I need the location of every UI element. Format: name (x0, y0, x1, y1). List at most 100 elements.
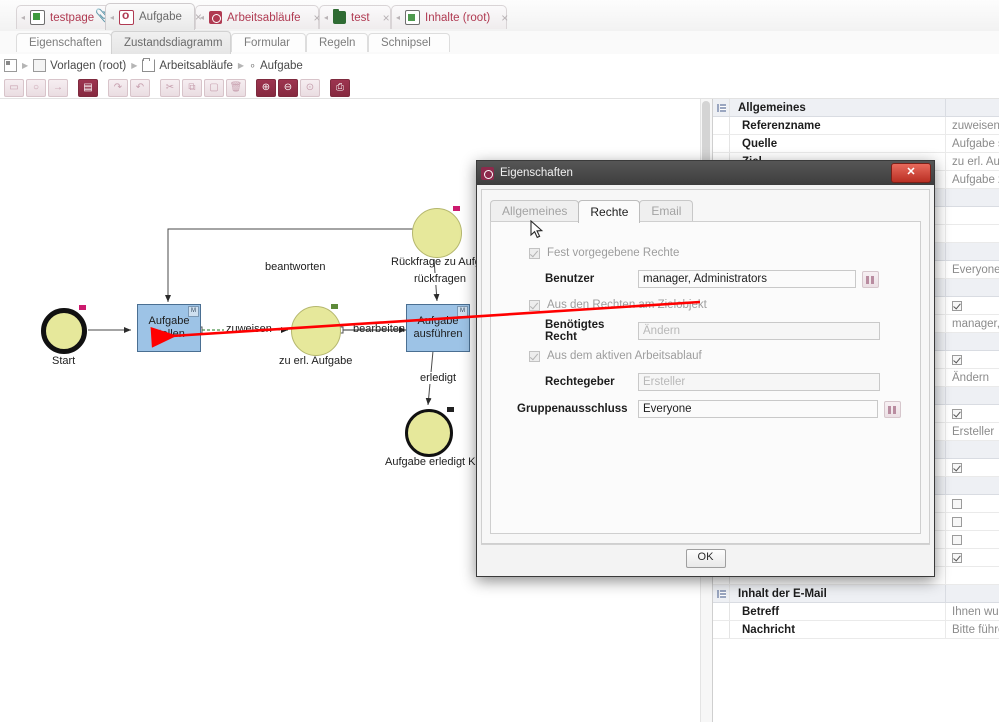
property-value[interactable] (945, 531, 999, 548)
breadcrumb-item-arbeitsablaeufe[interactable]: Arbeitsabläufe (142, 58, 233, 72)
property-value[interactable]: Aufgabe zu (945, 171, 999, 188)
property-value[interactable] (945, 387, 999, 404)
property-value[interactable] (945, 279, 999, 296)
cut-icon[interactable]: ✂ (160, 78, 180, 97)
dialog-tab-email[interactable]: Email (639, 200, 694, 221)
node-badge-icon (447, 407, 454, 412)
redo-icon[interactable]: ↶ (130, 78, 150, 97)
close-tab-icon[interactable]: × (383, 11, 390, 25)
property-checkbox[interactable] (952, 408, 962, 419)
gruppenausschluss-input[interactable]: Everyone (638, 400, 878, 418)
copy-icon[interactable]: ⧉ (182, 78, 202, 97)
breadcrumb-item-vorlagen[interactable]: Vorlagen (root) (33, 59, 126, 72)
property-value[interactable] (945, 495, 999, 512)
property-value[interactable] (945, 459, 999, 476)
delete-icon[interactable]: 🗑 (226, 78, 246, 97)
property-value[interactable] (945, 225, 999, 242)
property-row[interactable]: Referenzname zuweisen (713, 117, 999, 135)
property-row[interactable]: Quelle Aufgabe ste (713, 135, 999, 153)
add-state-icon[interactable]: ▭ (4, 78, 24, 97)
property-value[interactable] (945, 297, 999, 314)
property-value[interactable] (945, 189, 999, 206)
property-value[interactable]: Ersteller (945, 423, 999, 440)
property-checkbox[interactable] (952, 354, 962, 365)
property-value[interactable] (945, 333, 999, 350)
property-value[interactable] (945, 477, 999, 494)
close-icon[interactable]: ✕ (891, 163, 931, 183)
dialog-title-bar[interactable]: Eigenschaften ✕ (477, 161, 934, 185)
diagram-node-aufgabe-stellen[interactable]: Aufgabe stellen M (137, 304, 201, 352)
print-glyph: ⎙ (336, 82, 344, 93)
property-row[interactable]: Betreff Ihnen wurd (713, 603, 999, 621)
property-value[interactable] (945, 243, 999, 260)
property-value[interactable]: Aufgabe ste (945, 135, 999, 152)
browser-tab-test[interactable]: ◂ test × (319, 5, 391, 29)
property-value[interactable]: manager, A (945, 315, 999, 332)
property-value[interactable] (945, 549, 999, 566)
property-checkbox[interactable] (952, 534, 962, 545)
property-value[interactable]: zuweisen (945, 117, 999, 134)
breadcrumb: ▶ Vorlagen (root) ▶ Arbeitsabläufe ▶ ∘ A… (0, 54, 999, 77)
browser-tab-inhalte-root[interactable]: ◂ Inhalte (root) × (391, 5, 508, 29)
tab-eigenschaften[interactable]: Eigenschaften (16, 33, 112, 52)
add-transition-icon[interactable]: → (48, 78, 68, 97)
property-group-row[interactable]: Inhalt der E-Mail (713, 585, 999, 603)
property-value[interactable] (945, 441, 999, 458)
benoetigtes-recht-select[interactable]: Ändern (638, 322, 880, 340)
ok-button[interactable]: OK (685, 549, 726, 568)
property-value[interactable] (945, 207, 999, 224)
diagram-node-rueckfrage[interactable] (412, 208, 462, 258)
property-value[interactable] (945, 585, 999, 602)
property-checkbox[interactable] (952, 552, 962, 563)
undo-icon[interactable]: ↷ (108, 78, 128, 97)
property-value[interactable]: Ändern (945, 369, 999, 386)
benutzer-input[interactable]: manager, Administrators (638, 270, 856, 288)
benutzer-picker-icon[interactable] (862, 270, 879, 288)
tab-regeln[interactable]: Regeln (306, 33, 368, 52)
property-value[interactable] (945, 567, 999, 584)
breadcrumb-item-aufgabe[interactable]: ∘ Aufgabe (249, 59, 303, 73)
properties-icon[interactable]: ▤ (78, 78, 98, 97)
paste-icon[interactable]: ▢ (204, 78, 224, 97)
property-value[interactable] (945, 99, 999, 116)
add-node-icon[interactable]: ○ (26, 78, 46, 97)
print-icon[interactable]: ⎙ (330, 78, 350, 97)
tab-formular[interactable]: Formular (231, 33, 306, 52)
close-tab-icon[interactable]: × (501, 11, 508, 25)
property-value[interactable]: Everyone (945, 261, 999, 278)
row-aus-aktivem-arbeitsablauf: Aus dem aktiven Arbeitsablauf (529, 346, 702, 366)
gruppenausschluss-picker-icon[interactable] (884, 400, 901, 418)
group-list-icon (716, 589, 726, 598)
property-value[interactable]: Ihnen wurd (945, 603, 999, 620)
property-value[interactable] (945, 351, 999, 368)
close-tab-icon[interactable]: × (195, 10, 202, 24)
dialog-tab-allgemeines[interactable]: Allgemeines (490, 200, 580, 221)
property-checkbox[interactable] (952, 300, 962, 311)
property-value[interactable]: zu erl. Aufga (945, 153, 999, 170)
browser-tab-arbeitsablaeufe[interactable]: ◂ Arbeitsabläufe × (195, 5, 321, 29)
fest-vorgegebene-rechte-checkbox[interactable] (529, 247, 540, 259)
property-row[interactable]: Nachricht Bitte führen (713, 621, 999, 639)
diagram-node-zu-erl-aufgabe[interactable] (291, 306, 341, 356)
diagram-node-aufgabe-erledigt-kopie[interactable] (405, 409, 453, 457)
property-value[interactable]: Bitte führen (945, 621, 999, 638)
add-transition-glyph: → (53, 82, 63, 93)
property-checkbox[interactable] (952, 462, 962, 473)
tab-zustandsdiagramm[interactable]: Zustandsdiagramm (111, 31, 231, 54)
property-value[interactable] (945, 513, 999, 530)
property-group-row[interactable]: Allgemeines (713, 99, 999, 117)
diagram-node-start[interactable] (41, 308, 87, 354)
dialog-tab-rechte[interactable]: Rechte (578, 200, 641, 223)
aus-aktivem-arbeitsablauf-checkbox[interactable] (529, 350, 540, 362)
browser-tab-aufgabe[interactable]: ◂ Aufgabe × (105, 3, 202, 30)
aus-rechten-zielobjekt-checkbox[interactable] (529, 299, 540, 311)
property-value[interactable] (945, 405, 999, 422)
zoom-out-icon[interactable]: ⊖ (278, 78, 298, 97)
zoom-in-icon[interactable]: ⊕ (256, 78, 276, 97)
rechtegeber-select[interactable]: Ersteller (638, 373, 880, 391)
diagram-node-aufgabe-ausfuehren[interactable]: Aufgabe ausführen M (406, 304, 470, 352)
zoom-reset-icon[interactable]: ⊙ (300, 78, 320, 97)
property-checkbox[interactable] (952, 516, 962, 527)
tab-schnipsel[interactable]: Schnipsel (368, 33, 450, 52)
property-checkbox[interactable] (952, 498, 962, 509)
